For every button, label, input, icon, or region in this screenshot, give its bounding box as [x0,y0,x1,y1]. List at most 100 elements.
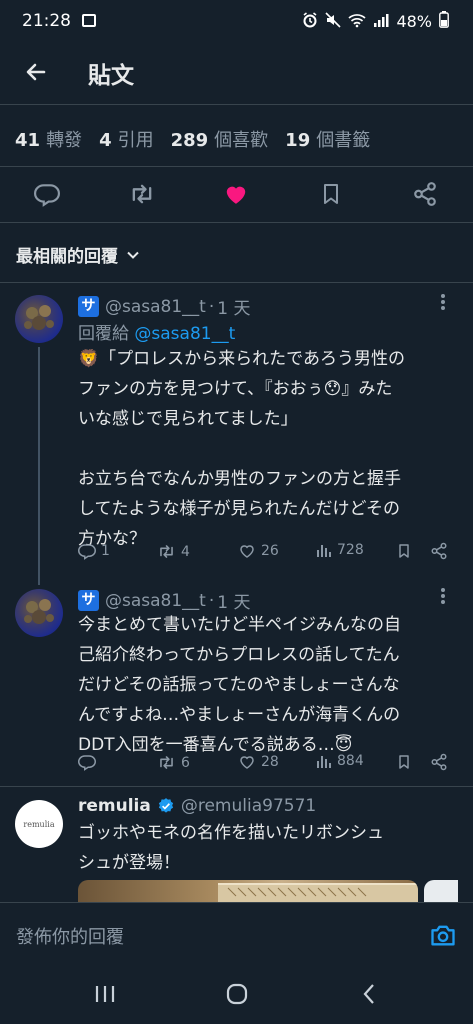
mute-icon [325,11,342,32]
more-vertical-icon [441,588,445,604]
status-time: 21:28 [22,11,97,31]
battery-percent: 48% [396,12,432,31]
bookmark-icon [324,184,338,204]
more-options-button[interactable] [440,291,446,318]
wifi-icon [348,12,367,32]
more-vertical-icon [441,294,445,310]
views-count-button[interactable]: 728 [316,542,364,558]
reply-header: サ @sasa81__t · 1 天 [78,294,251,319]
comment-icon [78,544,96,560]
sa-badge-icon: サ [78,590,99,611]
user-handle[interactable]: @sasa81__t [105,591,206,611]
arrow-left-icon [26,63,46,81]
page-title: 貼文 [88,63,134,89]
verified-badge-icon [158,798,173,813]
reply-input[interactable]: 發佈你的回覆 [16,923,124,949]
heart-icon [240,545,254,558]
bookmark-icon [399,544,409,558]
share-button[interactable] [430,542,448,560]
separator: · [208,590,215,611]
analytics-icon [317,545,331,557]
home-button[interactable] [226,983,248,1009]
signal-icon [373,12,389,32]
stat-likes[interactable]: 289 個喜歡 [171,126,269,152]
share-button[interactable] [411,180,439,208]
advertiser-handle[interactable]: @remulia97571 [181,796,316,816]
chevron-left-icon [363,984,374,1004]
ad-media-image-2[interactable] [424,880,458,904]
back-button[interactable] [20,56,52,88]
like-count-button[interactable]: 26 [238,542,279,560]
recent-apps-button[interactable] [94,984,116,1008]
divider [0,166,473,167]
avatar[interactable] [15,295,63,343]
clock: 21:28 [22,11,71,31]
comment-icon [34,184,60,207]
share-icon [431,753,447,771]
alarm-icon [302,11,318,32]
share-button[interactable] [430,753,448,771]
analytics-icon [317,756,331,768]
reply-text: 🦁「プロレスから来られたであろう男性の ファンの方を見つけて、『おおぅ😯』みた … [78,349,405,549]
retweet-icon [132,184,152,204]
status-icons: 48% [302,11,449,32]
stat-retweets[interactable]: 41 轉發 [15,126,82,152]
reply-to-label: 回覆給 [78,324,129,344]
advertiser-logo[interactable]: remulia [15,800,63,848]
post-actions [0,176,473,212]
retweet-button[interactable] [128,180,156,208]
thread-line [38,347,40,585]
comment-icon [78,755,96,771]
reply-count-button[interactable]: 1 [78,542,110,560]
bookmark-button[interactable] [396,753,412,771]
separator: · [208,296,215,317]
camera-button[interactable] [429,921,457,949]
camera-icon [431,925,455,946]
bookmark-button[interactable] [396,542,412,560]
reply-sort-dropdown[interactable]: 最相關的回覆 [16,242,140,267]
retweet-icon [160,545,173,558]
bookmark-icon [399,755,409,769]
like-count-button[interactable]: 28 [238,753,279,771]
reply-to: 回覆給 @sasa81__t [78,319,235,344]
reply-count-button[interactable] [78,753,101,771]
retweet-count-button[interactable]: 6 [157,753,190,772]
bookmark-button[interactable] [317,180,345,208]
share-icon [431,542,447,560]
timestamp[interactable]: 1 天 [217,294,250,319]
divider [0,786,473,787]
stat-bookmarks[interactable]: 19 個書籤 [285,126,370,152]
reply-actions: 1 4 26 728 [78,542,458,566]
divider [0,104,473,105]
chevron-down-icon [127,251,139,259]
reply-compose-bar: 發佈你的回覆 [0,902,473,966]
gallery-icon [82,14,97,27]
share-icon [414,182,436,206]
heart-icon [240,756,254,769]
reply-button[interactable] [33,180,61,208]
reply-mention-link[interactable]: @sasa81__t [134,324,235,344]
system-back-button[interactable] [362,983,376,1009]
retweet-count-button[interactable]: 4 [157,542,190,561]
advertiser-name[interactable]: remulia [78,796,151,816]
divider [0,222,473,223]
system-nav-bar [0,966,473,1024]
avatar[interactable] [15,589,63,637]
status-bar: 21:28 48% [0,0,473,44]
reply-actions: 6 28 884 [78,753,458,777]
user-handle[interactable]: @sasa81__t [105,297,206,317]
ad-text: ゴッホやモネの名作を描いたリボンシュ シュが登場！ [78,823,384,873]
retweet-icon [160,756,173,769]
home-icon [226,983,248,1005]
heart-filled-icon [226,186,246,204]
ad-media-image[interactable] [78,880,418,904]
more-options-button[interactable] [440,585,446,612]
stat-quotes[interactable]: 4 引用 [99,126,154,152]
sa-badge-icon: サ [78,296,99,317]
views-count-button[interactable]: 884 [316,753,364,769]
sort-label: 最相關的回覆 [16,247,118,267]
post-stats: 41 轉發 4 引用 289 個喜歡 19 個書籤 [15,126,370,152]
battery-icon [439,11,449,32]
like-button[interactable] [222,180,250,208]
recent-apps-icon [95,986,115,1002]
